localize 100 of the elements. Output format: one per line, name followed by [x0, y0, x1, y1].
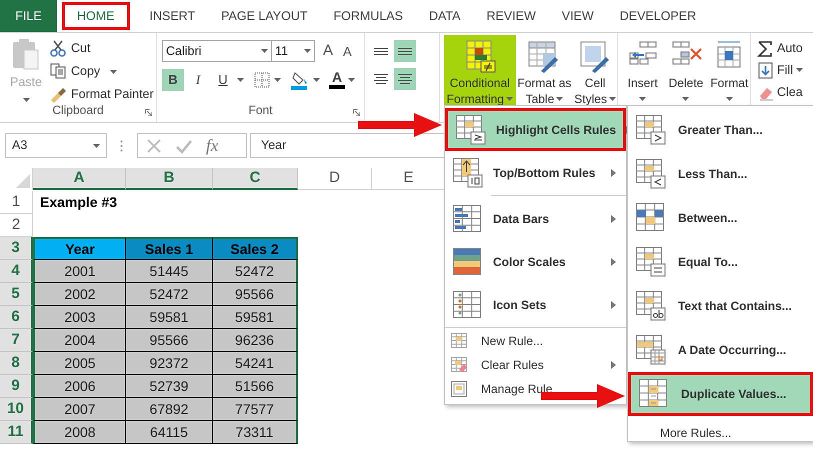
table-cell[interactable]: 52739: [126, 375, 213, 398]
align-lines-icon: [398, 74, 412, 84]
row-header[interactable]: 4: [0, 260, 33, 283]
ribbon-tab[interactable]: REVIEW: [473, 0, 549, 32]
table-cell[interactable]: 67892: [126, 398, 213, 421]
caret-icon: [726, 97, 733, 101]
style-button[interactable]: U: [212, 68, 234, 90]
table-cell[interactable]: 95566: [213, 283, 298, 306]
row-header[interactable]: 3: [0, 237, 33, 260]
align-button[interactable]: [394, 68, 416, 90]
grip-icon: [120, 140, 123, 152]
column-heading-cell[interactable]: Year: [33, 237, 126, 260]
row-header[interactable]: 10: [0, 398, 33, 421]
clipboard-command[interactable]: Copy: [50, 60, 154, 83]
table-cell[interactable]: 59581: [213, 306, 298, 329]
editing-command[interactable]: Clea: [757, 81, 805, 103]
menu-item[interactable]: New Rule...: [445, 329, 626, 353]
caret-icon: [796, 68, 803, 72]
column-header[interactable]: B: [126, 168, 213, 190]
table-cell[interactable]: 2001: [33, 260, 126, 283]
clipboard-command[interactable]: Cut: [50, 37, 154, 60]
cells-button[interactable]: Insert: [622, 39, 664, 101]
ribbon-tab[interactable]: DEVELOPER: [606, 0, 710, 32]
title-cell[interactable]: Example #3: [33, 191, 126, 214]
row-header[interactable]: 9: [0, 375, 33, 398]
table-cell[interactable]: 2007: [33, 398, 126, 421]
table-cell[interactable]: 2005: [33, 352, 126, 375]
editing-command[interactable]: Fill: [757, 59, 805, 81]
caret-icon: [348, 78, 355, 82]
table-cell[interactable]: 54241: [213, 352, 298, 375]
table-cell[interactable]: 51445: [126, 260, 213, 283]
table-cell[interactable]: 2006: [33, 375, 126, 398]
font-size-field[interactable]: 11: [272, 40, 315, 62]
row-header[interactable]: 8: [0, 352, 33, 375]
table-cell[interactable]: 96236: [213, 329, 298, 352]
submenu-item[interactable]: Equal To...: [628, 240, 813, 284]
column-heading-cell[interactable]: Sales 2: [213, 237, 298, 260]
ribbon-tab[interactable]: PAGE LAYOUT: [208, 0, 320, 32]
submenu-item[interactable]: Text that Contains...: [628, 284, 813, 328]
menu-item[interactable]: Top/Bottom Rules: [445, 151, 626, 194]
column-header[interactable]: D: [298, 168, 372, 190]
grid-rule-icon: [636, 291, 666, 321]
table-cell[interactable]: 95566: [126, 329, 213, 352]
table-cell[interactable]: 2002: [33, 283, 126, 306]
cells-button[interactable]: Delete: [665, 39, 707, 101]
grow-font-button[interactable]: A: [321, 40, 336, 62]
caret-icon: [639, 97, 646, 101]
table-cell[interactable]: 2008: [33, 421, 126, 444]
row-header[interactable]: 5: [0, 283, 33, 306]
table-cell[interactable]: 52472: [126, 283, 213, 306]
table-cell[interactable]: 77577: [213, 398, 298, 421]
ribbon-tab[interactable]: HOME: [63, 3, 128, 29]
name-box[interactable]: A3: [5, 133, 107, 158]
table-cell[interactable]: 92372: [126, 352, 213, 375]
ribbon-tab[interactable]: INSERT: [136, 0, 208, 32]
grid-rule-icon: [636, 247, 666, 277]
column-header[interactable]: A: [33, 168, 126, 190]
table-cell[interactable]: 2004: [33, 329, 126, 352]
menu-item[interactable]: Icon Sets: [445, 283, 626, 326]
submenu-item[interactable]: Greater Than...: [628, 108, 813, 152]
ribbon-tab[interactable]: FORMULAS: [320, 0, 416, 32]
caret-icon: [93, 144, 100, 148]
submenu-item[interactable]: A Date Occurring...: [628, 328, 813, 372]
styles-button[interactable]: Conditional Formatting: [444, 35, 516, 105]
menu-item[interactable]: Color Scales: [445, 240, 626, 283]
submenu-item[interactable]: Less Than...: [628, 152, 813, 196]
row-header[interactable]: 1: [0, 191, 33, 214]
table-cell[interactable]: 59581: [126, 306, 213, 329]
fill-down-icon: [757, 62, 774, 78]
table-cell[interactable]: 64115: [126, 421, 213, 444]
table-cell[interactable]: 52472: [213, 260, 298, 283]
shrink-font-button[interactable]: A: [341, 42, 354, 61]
menu-item[interactable]: Clear Rules: [445, 353, 626, 377]
table-cell[interactable]: 73311: [213, 421, 298, 444]
caret-icon: [506, 97, 513, 101]
ribbon-tab[interactable]: VIEW: [548, 0, 607, 32]
submenu-item[interactable]: Between...: [628, 196, 813, 240]
ribbon-tab[interactable]: FILE: [0, 0, 57, 32]
style-button[interactable]: B: [162, 68, 184, 90]
table-cell[interactable]: 51566: [213, 375, 298, 398]
submenu-item[interactable]: More Rules...: [628, 420, 813, 446]
menu-item[interactable]: Highlight Cells Rules: [445, 108, 626, 151]
caret-icon: [110, 70, 118, 74]
column-header[interactable]: C: [213, 168, 298, 190]
row-header[interactable]: 6: [0, 306, 33, 329]
row-header[interactable]: 11: [0, 421, 33, 444]
insert-function-button[interactable]: fx: [206, 136, 218, 156]
menu-item[interactable]: Data Bars: [445, 197, 626, 240]
calendar-grid-icon: [636, 335, 666, 365]
column-heading-cell[interactable]: Sales 1: [126, 237, 213, 260]
font-name-field[interactable]: Calibri: [162, 40, 272, 62]
submenu-item[interactable]: Duplicate Values...: [628, 372, 813, 416]
editing-command[interactable]: Auto: [757, 37, 805, 59]
table-cell[interactable]: 2003: [33, 306, 126, 329]
font-color-button[interactable]: A: [329, 70, 345, 89]
ribbon-tab[interactable]: DATA: [416, 0, 474, 32]
align-button[interactable]: [394, 40, 416, 62]
cells-button[interactable]: Format: [708, 39, 750, 101]
style-button[interactable]: I: [187, 68, 209, 90]
row-header[interactable]: 7: [0, 329, 33, 352]
